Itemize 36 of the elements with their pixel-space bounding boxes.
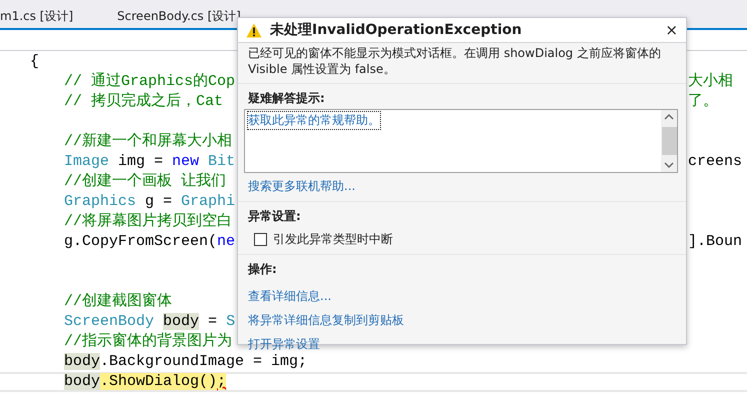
code-text: //将屏幕图片拷贝到空白	[64, 212, 232, 232]
code-text: ].Boun	[688, 232, 742, 252]
code-text: //创建一个画板 让我们	[64, 172, 226, 192]
code-text: //指示窗体的背景图片为	[64, 332, 232, 352]
exception-message: 已经可见的窗体不能显示为模式对话框。在调用 showDialog 之前应将窗体的 Visible 属性设置为 false。	[248, 45, 662, 77]
scrollbar-thumb[interactable]	[662, 127, 676, 155]
code-text: //创建截图窗体	[64, 292, 172, 312]
code-text: ScreenBody body = S	[64, 312, 236, 332]
scroll-up-icon[interactable]	[664, 113, 674, 121]
code-text: creens	[688, 152, 742, 172]
close-button[interactable]: ×	[663, 22, 680, 38]
section-heading: 疑难解答提示:	[248, 90, 325, 107]
code-text: // 通过Graphics的Cop	[64, 72, 236, 92]
code-text: //新建一个和屏幕大小相	[64, 132, 232, 152]
warning-icon	[246, 22, 262, 38]
dialog-title: 未处理InvalidOperationException	[270, 21, 522, 39]
code-text: Image img = new Bit	[64, 152, 236, 172]
checkbox[interactable]	[254, 233, 267, 246]
section-heading: 异常设置:	[248, 208, 301, 225]
code-text: body.ShowDialog();	[64, 374, 226, 390]
code-text: {	[30, 52, 40, 72]
action-link[interactable]: 将异常详细信息复制到剪贴板	[248, 312, 404, 328]
code-text: 了。	[688, 92, 718, 112]
section-heading: 操作:	[248, 261, 277, 278]
checkbox-label: 引发此异常类型时中断	[273, 231, 393, 248]
file-tab[interactable]: m1.cs [设计]	[0, 6, 80, 26]
help-link[interactable]: 获取此异常的常规帮助。	[247, 111, 381, 130]
code-text: // 拷贝完成之后，Cat	[64, 92, 224, 112]
code-text: Graphics g = Graphi	[64, 192, 236, 212]
scroll-down-icon[interactable]	[664, 161, 674, 169]
online-help-link[interactable]: 搜索更多联机帮助...	[248, 178, 356, 195]
code-text: g.CopyFromScreen(ne	[64, 232, 236, 252]
code-text: 大小相	[688, 72, 733, 92]
action-link[interactable]: 查看详细信息...	[248, 288, 332, 304]
code-text: body.BackgroundImage = img;	[64, 352, 308, 372]
action-link[interactable]: 打开异常设置	[248, 336, 320, 352]
